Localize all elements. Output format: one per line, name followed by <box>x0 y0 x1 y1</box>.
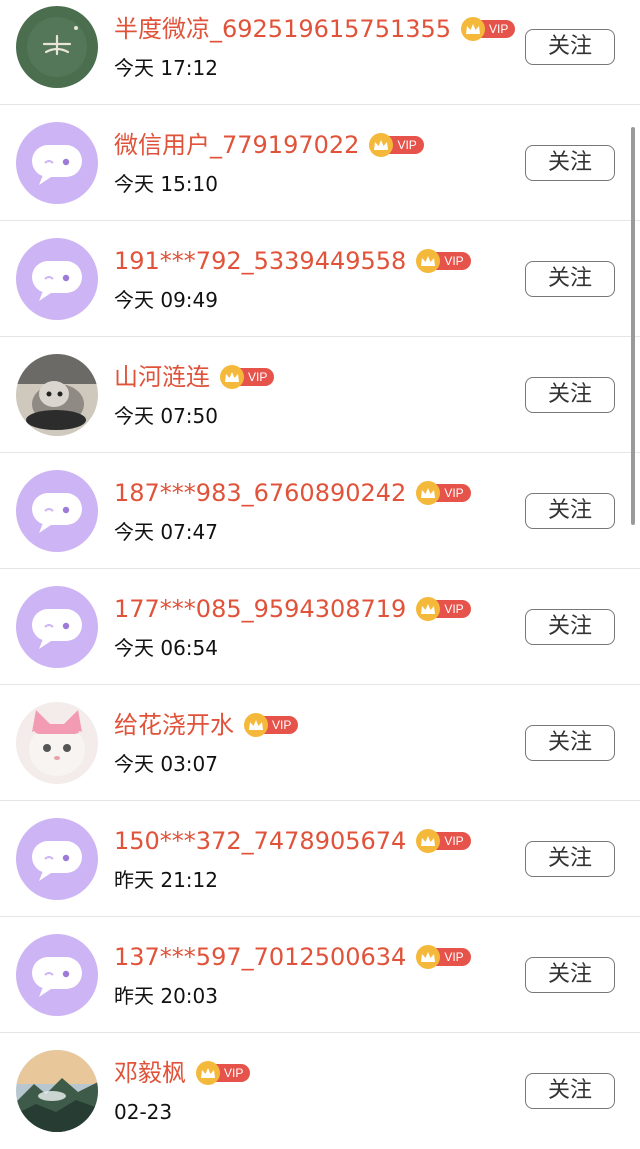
username[interactable]: 微信用户_779197022 <box>114 127 359 163</box>
crown-icon <box>461 17 486 41</box>
list-item[interactable]: 187***983_6760890242 VIP 今天 07:47 关注 <box>0 453 640 569</box>
default-avatar-icon <box>16 122 98 204</box>
avatar[interactable] <box>16 122 98 204</box>
vip-badge: VIP <box>416 945 471 969</box>
username[interactable]: 187***983_6760890242 <box>114 475 406 511</box>
follow-time: 今天 03:07 <box>114 752 218 776</box>
follower-list: 半度微凉_692519615751355 VIP 今天 17:12 关注 微信用… <box>0 0 640 1149</box>
vip-badge: VIP <box>416 481 471 505</box>
vip-badge: VIP <box>244 713 299 737</box>
avatar[interactable] <box>16 238 98 320</box>
default-avatar-icon <box>16 238 98 320</box>
follow-time: 昨天 21:12 <box>114 868 218 892</box>
calligraphy-avatar-image <box>16 6 98 88</box>
username[interactable]: 137***597_7012500634 <box>114 939 406 975</box>
vip-badge: VIP <box>220 365 275 389</box>
crown-icon <box>220 365 244 389</box>
list-item[interactable]: 给花浇开水 VIP 今天 03:07 关注 <box>0 685 640 801</box>
follow-button[interactable]: 关注 <box>525 1073 615 1109</box>
vip-badge: VIP <box>461 17 516 41</box>
scrollbar[interactable] <box>631 127 635 525</box>
follow-time: 昨天 20:03 <box>114 984 218 1008</box>
pink-cat-photo-avatar-image <box>16 702 98 784</box>
list-item[interactable]: 半度微凉_692519615751355 VIP 今天 17:12 关注 <box>0 0 640 105</box>
vip-badge: VIP <box>416 597 471 621</box>
avatar[interactable] <box>16 934 98 1016</box>
follow-time: 今天 09:49 <box>114 288 218 312</box>
username[interactable]: 给花浇开水 <box>114 707 234 743</box>
follow-button[interactable]: 关注 <box>525 957 615 993</box>
avatar[interactable] <box>16 702 98 784</box>
follow-time: 今天 07:47 <box>114 520 218 544</box>
avatar[interactable] <box>16 354 98 436</box>
follow-button[interactable]: 关注 <box>525 377 615 413</box>
crown-icon <box>244 713 268 737</box>
list-item[interactable]: 177***085_9594308719 VIP 今天 06:54 关注 <box>0 569 640 685</box>
follow-button[interactable]: 关注 <box>525 261 615 297</box>
username[interactable]: 邓毅枫 <box>114 1055 186 1091</box>
username[interactable]: 山河涟连 <box>114 359 210 395</box>
list-item[interactable]: 137***597_7012500634 VIP 昨天 20:03 关注 <box>0 917 640 1033</box>
default-avatar-icon <box>16 470 98 552</box>
follow-time: 今天 15:10 <box>114 172 218 196</box>
vip-badge: VIP <box>196 1061 251 1085</box>
username[interactable]: 191***792_5339449558 <box>114 243 406 279</box>
cat-photo-avatar-image <box>16 354 98 436</box>
username[interactable]: 半度微凉_692519615751355 <box>114 11 451 47</box>
avatar[interactable] <box>16 6 98 88</box>
list-item[interactable]: 山河涟连 VIP 今天 07:50 关注 <box>0 337 640 453</box>
avatar[interactable] <box>16 470 98 552</box>
follow-button[interactable]: 关注 <box>525 725 615 761</box>
list-item[interactable]: 微信用户_779197022 VIP 今天 15:10 关注 <box>0 105 640 221</box>
vip-badge: VIP <box>416 829 471 853</box>
list-item[interactable]: 150***372_7478905674 VIP 昨天 21:12 关注 <box>0 801 640 917</box>
follow-button[interactable]: 关注 <box>525 841 615 877</box>
crown-icon <box>196 1061 220 1085</box>
vip-badge: VIP <box>369 133 424 157</box>
default-avatar-icon <box>16 934 98 1016</box>
follow-time: 02-23 <box>114 1100 173 1124</box>
avatar[interactable] <box>16 586 98 668</box>
list-item[interactable]: 191***792_5339449558 VIP 今天 09:49 关注 <box>0 221 640 337</box>
username[interactable]: 177***085_9594308719 <box>114 591 406 627</box>
username[interactable]: 150***372_7478905674 <box>114 823 406 859</box>
avatar[interactable] <box>16 1050 98 1132</box>
follow-button[interactable]: 关注 <box>525 145 615 181</box>
vip-badge: VIP <box>416 249 471 273</box>
follow-button[interactable]: 关注 <box>525 29 615 65</box>
follow-time: 今天 17:12 <box>114 56 218 80</box>
follow-button[interactable]: 关注 <box>525 493 615 529</box>
landscape-photo-avatar-image <box>16 1050 98 1132</box>
list-item[interactable]: 邓毅枫 VIP 02-23 关注 <box>0 1033 640 1149</box>
default-avatar-icon <box>16 586 98 668</box>
default-avatar-icon <box>16 818 98 900</box>
avatar[interactable] <box>16 818 98 900</box>
follow-button[interactable]: 关注 <box>525 609 615 645</box>
follow-time: 今天 06:54 <box>114 636 218 660</box>
follow-time: 今天 07:50 <box>114 404 218 428</box>
